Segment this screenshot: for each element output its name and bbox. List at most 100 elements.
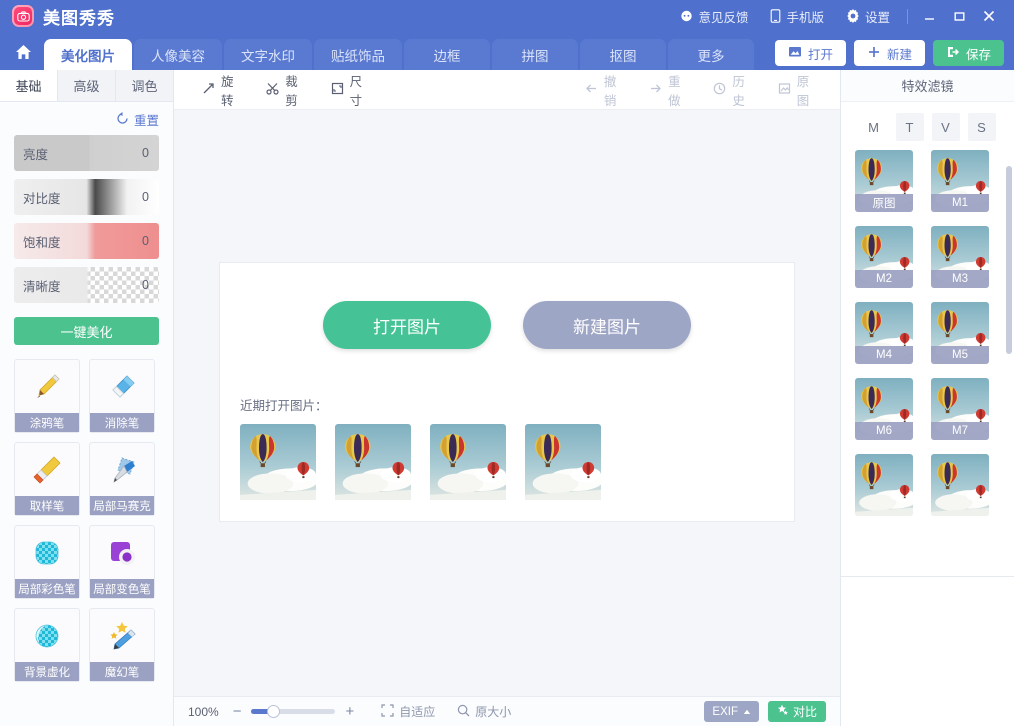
- tab-3[interactable]: 文字水印: [224, 39, 312, 70]
- tab-2[interactable]: 人像美容: [134, 39, 222, 70]
- toolbar-rotate[interactable]: 旋转: [188, 70, 250, 110]
- filter-scrollbar[interactable]: [1006, 166, 1012, 354]
- compare-button[interactable]: 对比: [767, 701, 826, 722]
- filter-tab-T[interactable]: T: [895, 113, 924, 141]
- tool-label: 取样笔: [15, 496, 79, 515]
- filter-label: M2: [855, 270, 913, 288]
- tab-1[interactable]: 美化图片: [44, 39, 132, 70]
- filter-tab-S[interactable]: S: [967, 113, 996, 141]
- tab-7[interactable]: 抠图: [580, 39, 666, 70]
- tool-4[interactable]: 局部马赛克: [89, 442, 155, 516]
- slider-2[interactable]: 对比度 0: [14, 179, 159, 215]
- toolbar-label: 原图: [796, 74, 810, 108]
- tab-5[interactable]: 边框: [404, 39, 490, 70]
- tool-5[interactable]: 局部彩色笔: [14, 525, 80, 599]
- recent-image-1[interactable]: [240, 424, 316, 505]
- fit-to-screen-button[interactable]: 自适应: [381, 703, 435, 720]
- feedback-button[interactable]: 意见反馈: [669, 0, 759, 32]
- slider-3[interactable]: 饱和度 0: [14, 223, 159, 259]
- feedback-label: 意见反馈: [698, 10, 749, 25]
- tool-label: 局部彩色笔: [15, 579, 79, 598]
- filter-panel: 特效滤镜 MTVS 原图 M1 M2 M3 M4 M5 M6 M7: [840, 70, 1014, 726]
- eraser-icon: [105, 370, 139, 409]
- slider-value: 0: [142, 234, 149, 248]
- slider-label: 饱和度: [23, 235, 61, 250]
- action-plus-button[interactable]: 新建: [853, 40, 925, 66]
- settings-button[interactable]: 设置: [835, 0, 901, 32]
- tab-4[interactable]: 贴纸饰品: [314, 39, 402, 70]
- sidebar-tab-2[interactable]: 高级: [58, 70, 116, 101]
- reset-icon: [116, 111, 129, 128]
- toolbar-crop-scissors[interactable]: 裁剪: [252, 70, 314, 110]
- filter-item-2[interactable]: M1: [931, 150, 989, 212]
- tool-label: 局部变色笔: [90, 579, 154, 598]
- minimize-button[interactable]: [914, 0, 944, 32]
- action-image-open-button[interactable]: 打开: [774, 40, 846, 66]
- resize-icon: [331, 82, 344, 98]
- filter-tab-V[interactable]: V: [931, 113, 960, 141]
- slider-value: 0: [142, 278, 149, 292]
- filter-item-10[interactable]: [931, 454, 989, 516]
- mobile-version-button[interactable]: 手机版: [759, 0, 835, 32]
- home-tab-button[interactable]: [4, 38, 42, 70]
- tab-6[interactable]: 拼图: [492, 39, 578, 70]
- tool-8[interactable]: 魔幻笔: [89, 608, 155, 682]
- action-save-export-button[interactable]: 保存: [932, 40, 1004, 66]
- status-bar-right: EXIF 对比: [704, 701, 826, 722]
- zoom-out-button[interactable]: −: [228, 703, 247, 720]
- tool-6[interactable]: 局部变色笔: [89, 525, 155, 599]
- maximize-button[interactable]: [944, 0, 974, 32]
- slider-value: 0: [142, 146, 149, 160]
- tool-2[interactable]: 消除笔: [89, 359, 155, 433]
- exif-label: EXIF: [712, 705, 738, 718]
- filter-label: M6: [855, 422, 913, 440]
- tool-7[interactable]: 背景虚化: [14, 608, 80, 682]
- filter-item-6[interactable]: M5: [931, 302, 989, 364]
- undo-arrow-icon: [585, 82, 598, 98]
- toolbar-label: 撤销: [603, 74, 617, 108]
- recent-image-3[interactable]: [430, 424, 506, 505]
- welcome-buttons: 打开图片 新建图片: [323, 301, 691, 349]
- slider-label: 对比度: [23, 191, 61, 206]
- zoom-slider[interactable]: [251, 705, 336, 718]
- filter-item-8[interactable]: M7: [931, 378, 989, 440]
- toolbar-label: 旋转: [221, 74, 234, 108]
- zoom-slider-handle[interactable]: [267, 705, 281, 718]
- gear-icon: [846, 9, 860, 23]
- slider-4[interactable]: 清晰度 0: [14, 267, 159, 303]
- recent-image-2[interactable]: [335, 424, 411, 505]
- sidebar-tab-3[interactable]: 调色: [116, 70, 173, 101]
- filter-item-7[interactable]: M6: [855, 378, 913, 440]
- one-click-beautify-button[interactable]: 一键美化: [14, 317, 159, 345]
- filter-item-9[interactable]: [855, 454, 913, 516]
- reset-button[interactable]: 重置: [0, 102, 173, 133]
- zoom-in-button[interactable]: +: [340, 703, 359, 720]
- filter-item-1[interactable]: 原图: [855, 150, 913, 212]
- tool-1[interactable]: 涂鸦笔: [14, 359, 80, 433]
- recent-image-4[interactable]: [525, 424, 601, 505]
- action-label: 保存: [965, 47, 991, 62]
- fit-to-screen-label: 自适应: [399, 705, 436, 719]
- original-size-button[interactable]: 原大小: [457, 703, 511, 720]
- tab-8[interactable]: 更多: [668, 39, 754, 70]
- star-compare-icon: [777, 704, 789, 719]
- plus-icon: [867, 45, 881, 62]
- exif-button[interactable]: EXIF: [704, 701, 759, 722]
- filter-label: M3: [931, 270, 989, 288]
- filter-item-4[interactable]: M3: [931, 226, 989, 288]
- new-image-button[interactable]: 新建图片: [523, 301, 691, 349]
- filter-item-3[interactable]: M2: [855, 226, 913, 288]
- settings-label: 设置: [864, 10, 890, 25]
- slider-1[interactable]: 亮度 0: [14, 135, 159, 171]
- close-button[interactable]: [974, 0, 1004, 32]
- open-image-button[interactable]: 打开图片: [323, 301, 491, 349]
- mobile-version-label: 手机版: [786, 10, 824, 25]
- adjustment-sliders: 亮度 0 对比度 0 饱和度 0 清晰度 0: [0, 133, 173, 311]
- tool-grid: 涂鸦笔 消除笔 取样笔 局部马赛克 局部彩色笔 局部变色笔 背景虚化 魔幻笔: [0, 345, 173, 682]
- filter-tab-M[interactable]: M: [859, 113, 888, 141]
- filter-item-5[interactable]: M4: [855, 302, 913, 364]
- toolbar-label: 尺寸: [349, 74, 363, 108]
- toolbar-resize[interactable]: 尺寸: [317, 70, 379, 110]
- tool-3[interactable]: 取样笔: [14, 442, 80, 516]
- sidebar-tab-1[interactable]: 基础: [0, 70, 58, 101]
